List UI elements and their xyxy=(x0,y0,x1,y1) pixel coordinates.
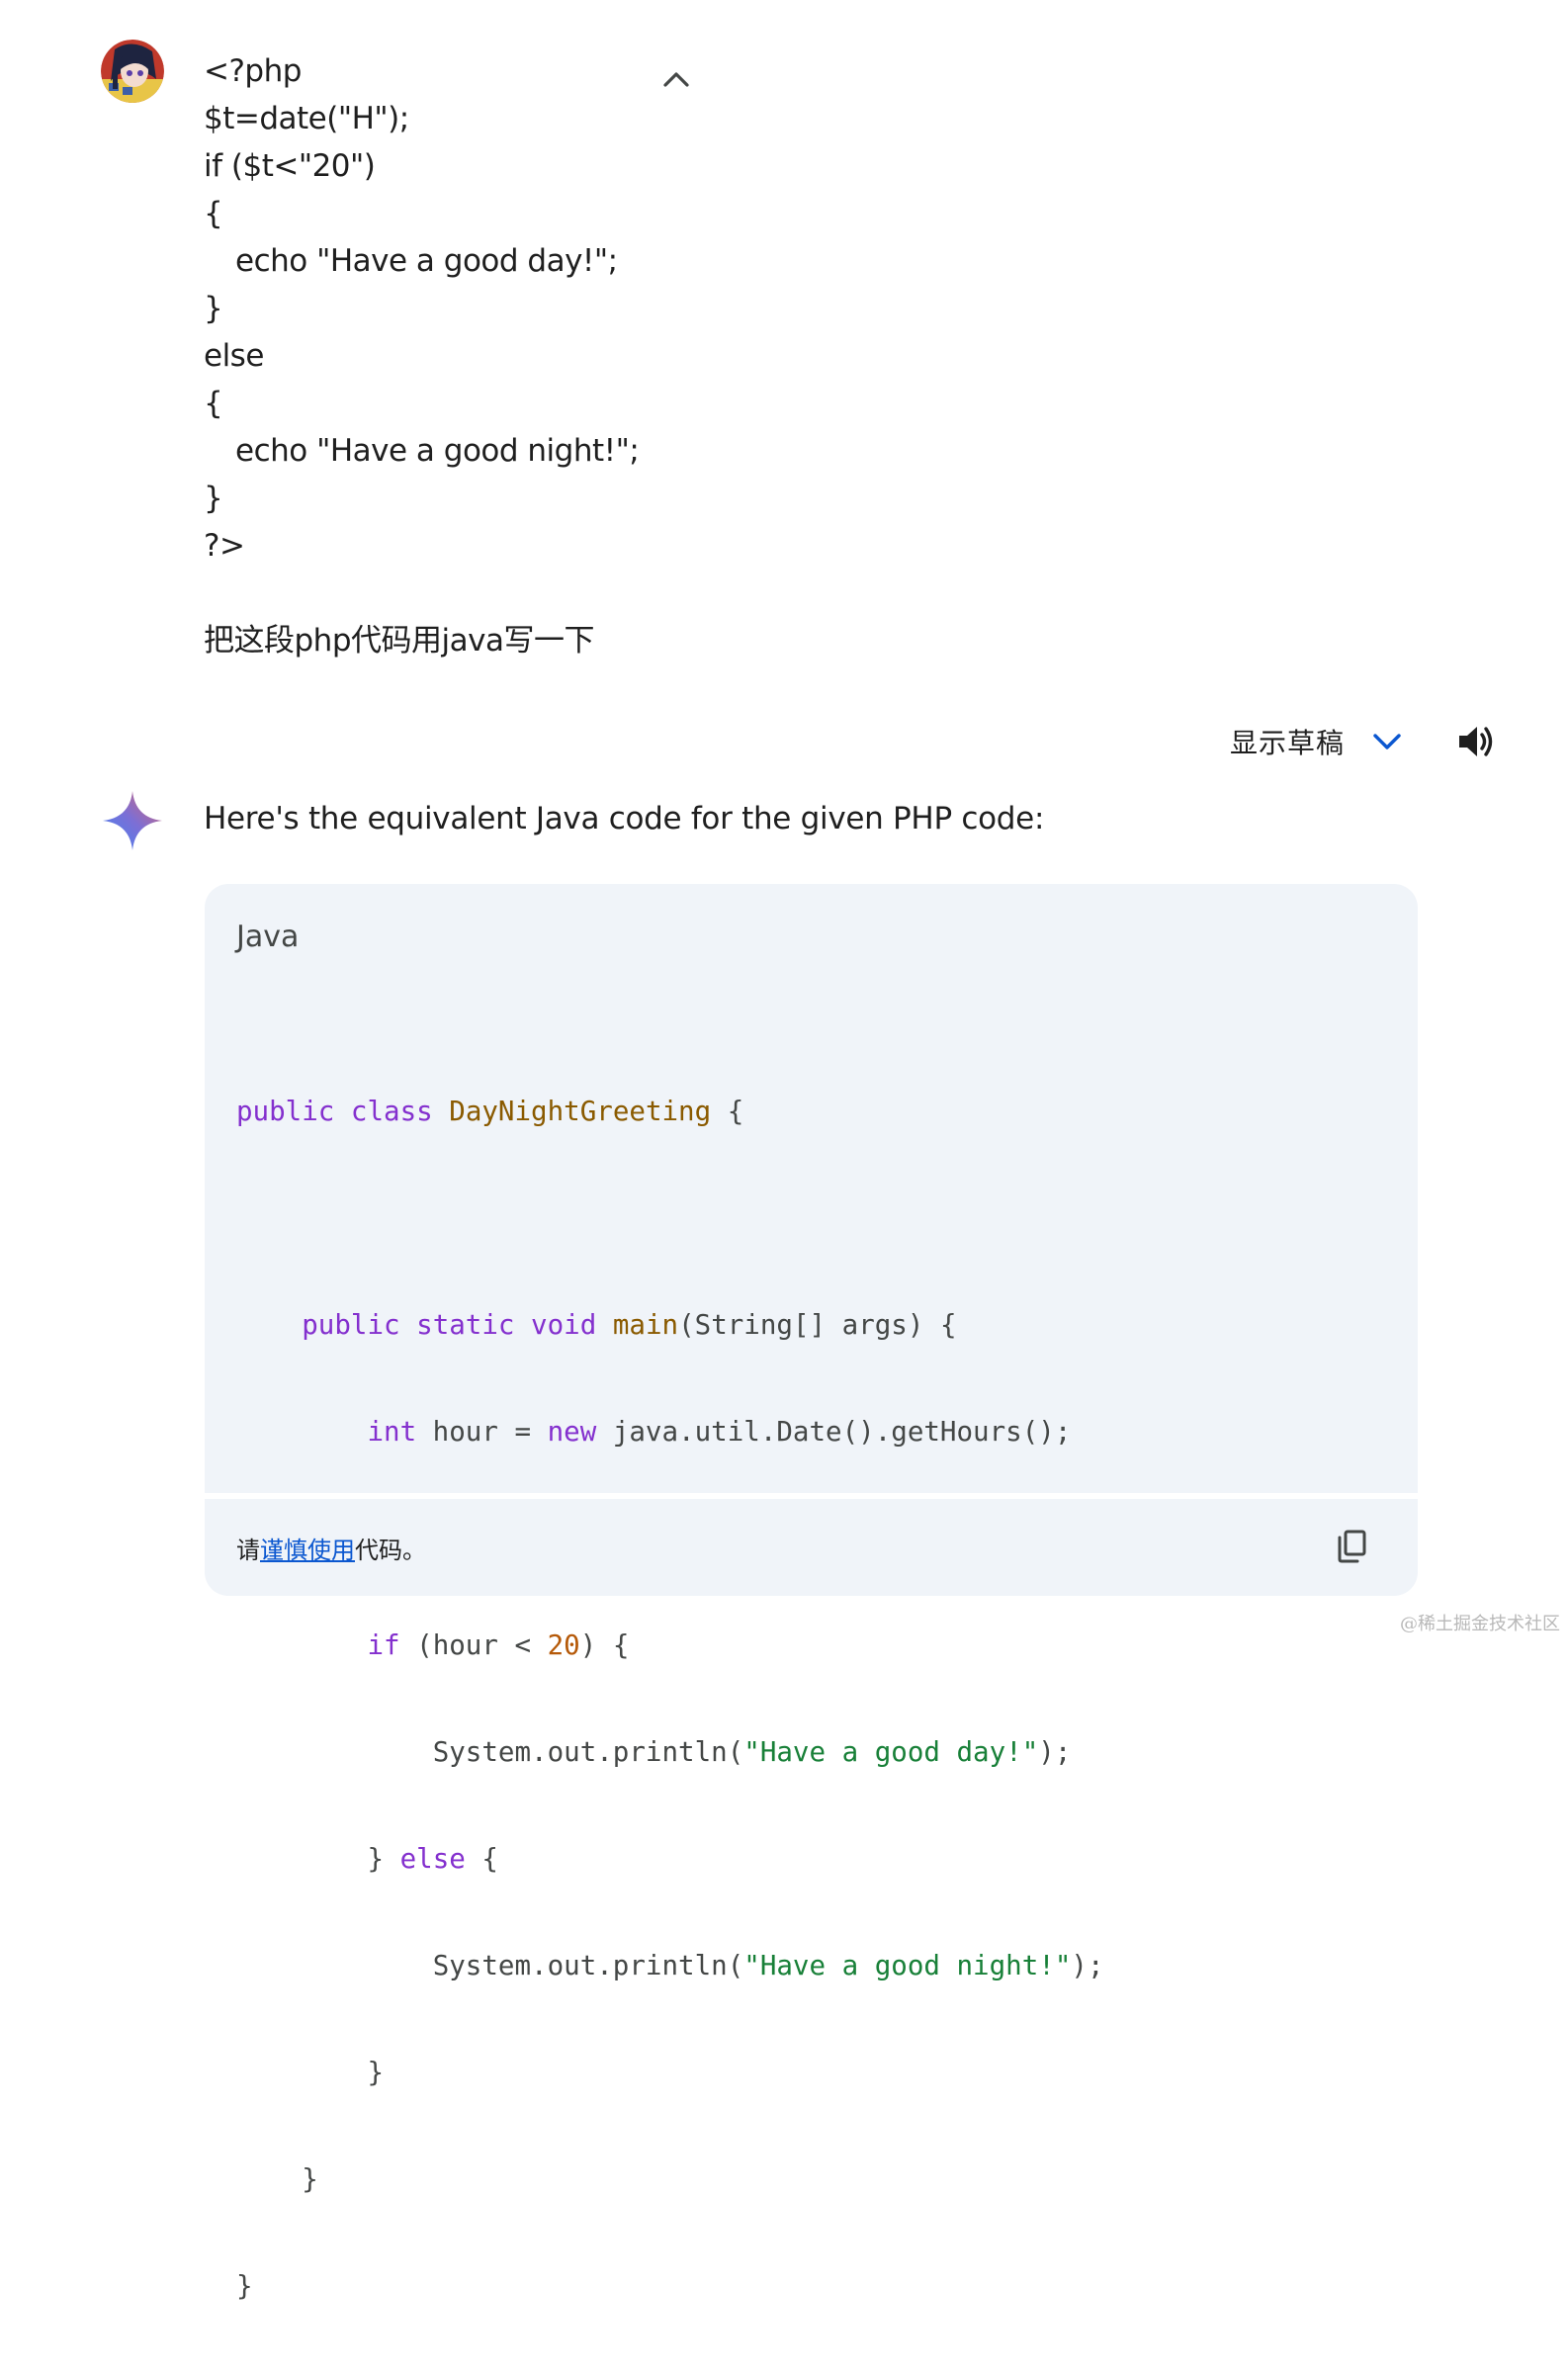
code-line: public class DayNightGreeting { xyxy=(236,1096,744,1127)
code-line: public static void main(String[] args) { xyxy=(302,1309,957,1341)
user-code-line: <?php xyxy=(204,53,302,89)
code-line: } else { xyxy=(367,1843,498,1875)
code-disclaimer: 请谨慎使用代码。 xyxy=(236,1537,426,1564)
code-line: System.out.println("Have a good day!"); xyxy=(432,1736,1072,1768)
code-content: public class DayNightGreeting { public s… xyxy=(236,1022,1104,2375)
code-line: System.out.println("Have a good night!")… xyxy=(432,1950,1104,1981)
chevron-down-icon xyxy=(1373,734,1401,749)
code-language-label: Java xyxy=(236,920,300,954)
show-drafts-button[interactable]: 显示草稿 xyxy=(1230,716,1402,767)
use-code-with-caution-link[interactable]: 谨慎使用 xyxy=(260,1537,355,1564)
user-code-line: $t=date("H"); xyxy=(204,101,409,136)
code-block-footer: 请谨慎使用代码。 xyxy=(205,1499,1418,1596)
user-code-line: { xyxy=(204,196,223,231)
code-line: } xyxy=(367,2057,385,2088)
user-code-line: echo "Have a good day!"; xyxy=(235,243,618,279)
user-code-line: if ($t<"20") xyxy=(204,148,376,184)
user-avatar xyxy=(101,40,164,103)
user-code-line: else xyxy=(204,338,264,374)
chevron-up-icon xyxy=(663,72,689,87)
collapse-message-button[interactable] xyxy=(656,59,696,99)
code-line: } xyxy=(236,2270,253,2302)
user-code-line: ?> xyxy=(204,528,245,564)
code-line: if (hour < 20) { xyxy=(367,1629,630,1661)
code-line: } xyxy=(302,2163,318,2195)
speaker-icon xyxy=(1459,727,1493,756)
copy-icon xyxy=(1338,1530,1366,1563)
user-code-line: echo "Have a good night!"; xyxy=(235,433,640,469)
gemini-sparkle-icon xyxy=(101,789,164,852)
response-intro-text: Here's the equivalent Java code for the … xyxy=(204,801,1045,836)
user-prompt-text: 把这段php代码用java写一下 xyxy=(204,623,594,659)
code-block: Java public class DayNightGreeting { pub… xyxy=(205,884,1418,2302)
watermark: @稀土掘金技术社区 xyxy=(1400,1614,1560,1634)
user-code-line: } xyxy=(204,481,223,516)
code-line: int hour = new java.util.Date().getHours… xyxy=(367,1416,1072,1448)
show-drafts-label: 显示草稿 xyxy=(1230,727,1346,759)
read-aloud-button[interactable] xyxy=(1451,718,1499,765)
user-code-line: { xyxy=(204,386,223,421)
user-message: <?php $t=date("H"); if ($t<"20") { echo … xyxy=(204,47,678,664)
copy-code-button[interactable] xyxy=(1328,1523,1375,1570)
user-code-line: } xyxy=(204,291,223,326)
